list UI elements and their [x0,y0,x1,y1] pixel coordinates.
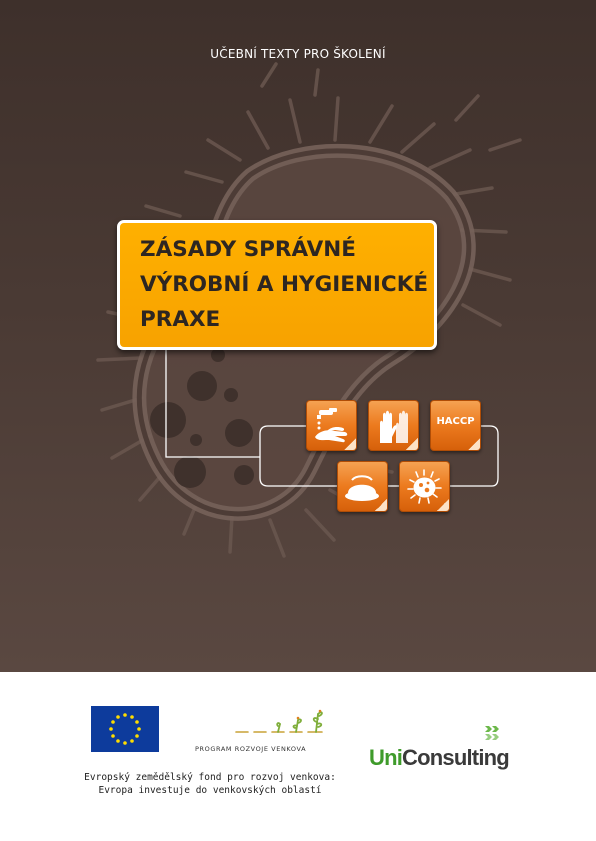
haccp-label: HACCP [436,416,475,427]
program-logo-text: PROGRAM ROZVOJE VENKOVA [195,745,307,753]
fund-line-2: Evropa investuje do venkovských oblastí [98,785,322,796]
fund-line-1: Evropský zemědělský fond pro rozvoj venk… [84,772,336,783]
title-box: ZÁSADY SPRÁVNÉ VÝROBNÍ A HYGIENICKÉ PRAX… [117,220,437,350]
uniconsulting-logo: UniConsulting [369,745,510,771]
gloves-icon [368,400,419,451]
program-rozvoje-venkova-logo [235,709,323,733]
eu-flag-icon [91,706,159,752]
fund-text: Evropský zemědělský fond pro rozvoj venk… [60,771,360,797]
food-dish-icon [337,461,388,512]
uniconsulting-logo-part1: Uni [369,745,403,770]
cover-page: UČEBNÍ TEXTY PRO ŠKOLENÍ ZÁSADY SPRÁVNÉ … [0,0,596,841]
footer: PROGRAM ROZVOJE VENKOVA Evropský zeměděl… [0,672,596,841]
title-line-2: VÝROBNÍ A HYGIENICKÉ [140,272,429,297]
uniconsulting-logo-part2: Consulting [402,745,510,770]
uniconsulting-mark-icon [485,726,499,740]
title-line-1: ZÁSADY SPRÁVNÉ [140,237,356,262]
haccp-icon: HACCP [430,400,481,451]
cover-background: UČEBNÍ TEXTY PRO ŠKOLENÍ ZÁSADY SPRÁVNÉ … [0,0,596,672]
bacterium-icon [399,461,450,512]
hand-washing-icon [306,400,357,451]
title-line-3: PRAXE [140,307,221,332]
